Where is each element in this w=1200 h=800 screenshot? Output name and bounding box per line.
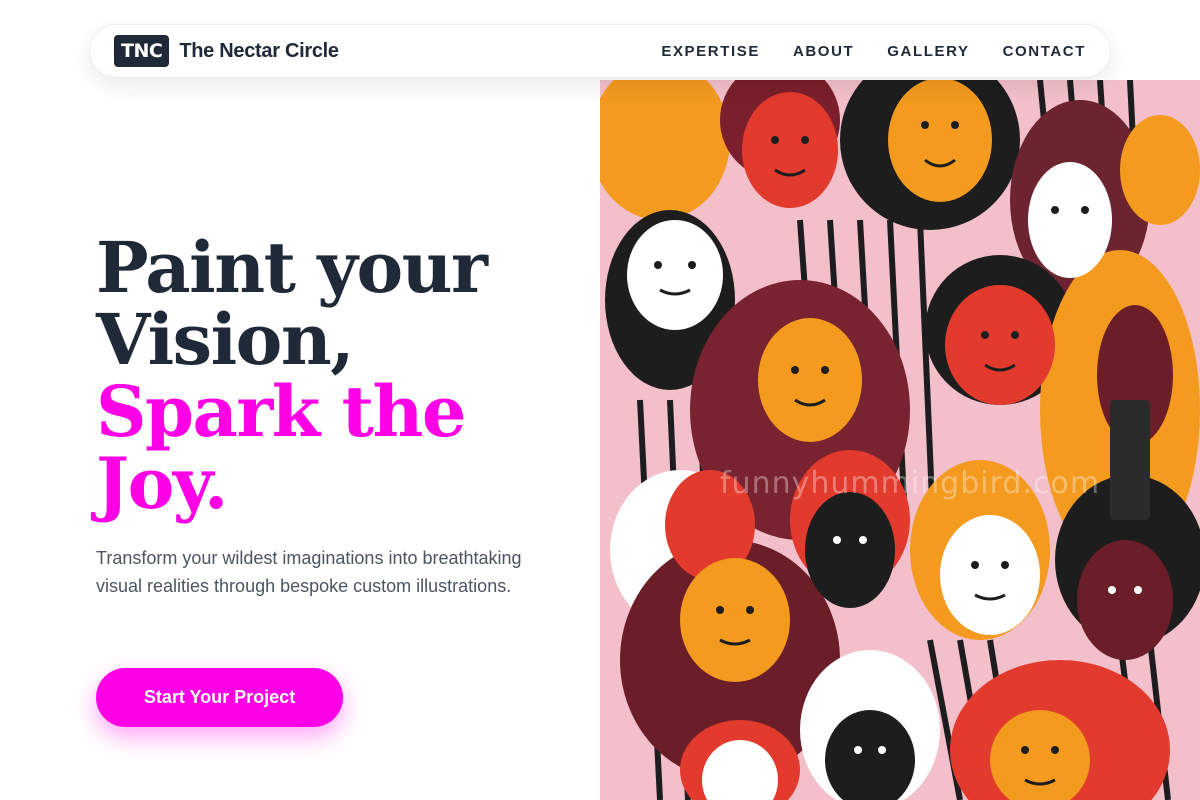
image-watermark: funnyhummingbird.com — [720, 466, 1101, 501]
nav-link-expertise[interactable]: EXPERTISE — [661, 43, 760, 60]
top-navbar: TNC The Nectar Circle EXPERTISE ABOUT GA… — [89, 24, 1111, 78]
hero-subtitle: Transform your wildest imaginations into… — [96, 548, 522, 596]
hero-title: Paint your Vision, Spark the Joy. — [96, 232, 576, 520]
nav-link-about[interactable]: ABOUT — [793, 43, 854, 60]
start-project-button[interactable]: Start Your Project — [96, 668, 343, 727]
mural-illustration — [600, 80, 1200, 800]
hero-title-line-3: Spark the — [96, 370, 466, 453]
logo-badge: TNC — [114, 35, 170, 67]
nav-link-contact[interactable]: CONTACT — [1003, 43, 1086, 60]
nav-link-gallery[interactable]: GALLERY — [887, 43, 969, 60]
hero-title-line-4: Joy. — [96, 442, 228, 525]
hero-title-line-1: Paint your — [96, 226, 488, 309]
brand-logo[interactable]: TNC The Nectar Circle — [114, 35, 339, 67]
brand-name: The Nectar Circle — [179, 39, 339, 62]
hero-mural-image: funnyhummingbird.com — [600, 80, 1200, 800]
hero-title-line-2: Vision, — [96, 298, 355, 381]
nav-links: EXPERTISE ABOUT GALLERY CONTACT — [661, 43, 1086, 60]
